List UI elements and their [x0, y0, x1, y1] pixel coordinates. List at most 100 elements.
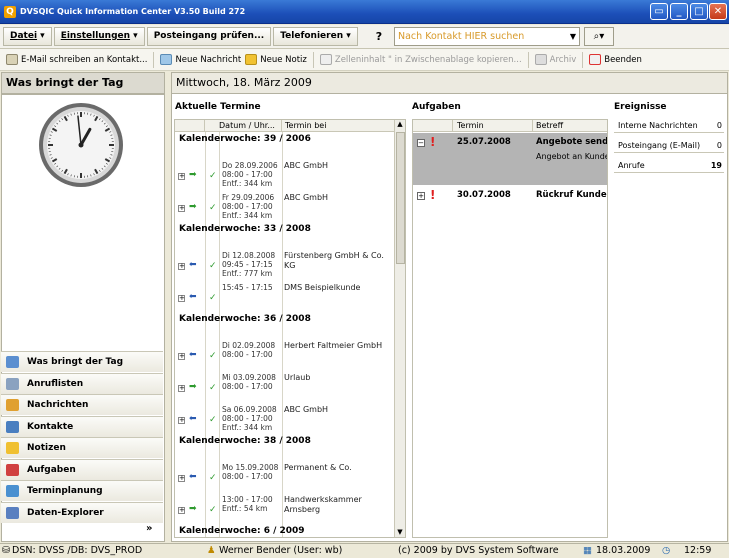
appointment-row[interactable]: + ⬅ ✓ Sa 06.09.2008 08:00 - 17:00 Entf.: 344 … [175, 404, 397, 433]
nav-item-label: Aufgaben [27, 464, 76, 475]
appointment-row[interactable]: + ➡ ✓ 13:00 - 17:00 Entf.: 54 km Handwerkskam… [175, 494, 397, 523]
calendar-week-header: Kalenderwoche: 38 / 2008 [179, 436, 311, 446]
minimize-icon[interactable]: _ [670, 3, 688, 20]
nav-item[interactable]: Was bringt der Tag [1, 351, 163, 372]
col-icons [175, 120, 205, 132]
restore-icon[interactable]: ▭ [650, 3, 668, 20]
appointment-contact: ABC GmbH [284, 193, 329, 202]
checkmark-icon: ✓ [209, 383, 217, 393]
expand-icon[interactable]: + [178, 507, 185, 514]
new-note-label: Neue Notiz [260, 55, 307, 65]
col-betreff-header[interactable]: Betreff [533, 120, 607, 132]
appointment-row[interactable]: + ⬅ ✓ Mo 15.09.2008 08:00 - 17:00 Permanent &… [175, 462, 397, 491]
expand-icon[interactable]: + [417, 192, 425, 200]
email-button[interactable]: E-Mail schreiben an Kontakt... [6, 54, 147, 65]
menu-datei[interactable]: Datei ▾ [3, 27, 52, 46]
panel-splitter[interactable] [166, 72, 170, 542]
appointment-datetime: Do 28.09.2006 08:00 - 17:00 Entf.: 344 km [222, 161, 280, 188]
exit-label: Beenden [604, 55, 642, 65]
nav-item[interactable]: Nachrichten [1, 394, 163, 415]
arrow-left-icon: ⬅ [189, 414, 197, 424]
expand-icon[interactable]: + [178, 417, 185, 424]
nav-item-label: Notizen [27, 443, 66, 453]
ereignisse-list: Interne Nachrichten 0 Posteingang (E-Mail)… [614, 119, 726, 179]
chevron-down-icon[interactable]: ▼ [570, 28, 576, 45]
scroll-down-icon[interactable]: ▼ [395, 528, 405, 537]
termine-scrollbar[interactable]: ▲ ▼ [394, 120, 405, 537]
appointment-contact: ABC GmbH [284, 405, 329, 414]
close-icon[interactable]: ✕ [709, 3, 727, 20]
new-note-button[interactable]: Neue Notiz [245, 54, 307, 65]
user-icon: ♟ [207, 545, 216, 556]
note-icon [245, 54, 258, 65]
help-button[interactable]: ? [376, 30, 382, 43]
appointment-row[interactable]: + ⬅ ✓ 15:45 - 17:15 DMS Beispielkunde [175, 282, 397, 311]
task-subject: Angebote senden [536, 137, 608, 147]
nav-item-icon [6, 356, 19, 368]
task-row[interactable]: −! 25.07.2008 Angebote senden Angebot an Ku… [413, 133, 608, 185]
appointment-row[interactable]: + ⬅ ✓ Di 12.08.2008 09:45 - 17:15 Entf.: 777 … [175, 250, 397, 279]
appointment-row[interactable]: + ➡ ✓ Do 28.09.2006 08:00 - 17:00 Entf.: 344 … [175, 160, 397, 189]
expand-icon[interactable]: + [178, 205, 185, 212]
nav-item[interactable]: Notizen [1, 437, 163, 458]
col-who-header[interactable]: Termin bei [282, 120, 395, 132]
expand-icon[interactable]: + [178, 263, 185, 270]
appointment-row[interactable]: + ➡ ✓ Fr 29.09.2006 08:00 - 17:00 Entf.: 344 … [175, 192, 397, 221]
expand-icon[interactable]: − [417, 139, 425, 147]
clock-icon: ◷ [662, 545, 671, 556]
appointment-time: 08:00 - 17:00 [222, 202, 273, 211]
nav-more-button[interactable]: » [146, 523, 152, 534]
checkmark-icon: ✓ [209, 473, 217, 483]
copy-cell-button[interactable]: Zelleninhalt " in Zwischenablage kopiere… [319, 54, 522, 65]
event-row[interactable]: Anrufe 19 [614, 159, 724, 173]
arrow-right-icon: ➡ [189, 170, 197, 180]
task-date: 25.07.2008 [457, 137, 511, 147]
table-icon [319, 54, 332, 65]
magnifier-icon: ⌕ [593, 31, 600, 42]
nav-item[interactable]: Terminplanung [1, 480, 163, 501]
event-row[interactable]: Posteingang (E-Mail) 0 [614, 139, 724, 153]
calendar-week-header: Kalenderwoche: 6 / 2009 [179, 526, 305, 536]
appointment-row[interactable]: + ➡ ✓ Mi 03.09.2008 08:00 - 17:00 Urlaub [175, 372, 397, 401]
arrow-left-icon: ⬅ [189, 260, 197, 270]
menu-telefonieren[interactable]: Telefonieren ▾ [273, 27, 358, 46]
maximize-icon[interactable]: □ [690, 3, 708, 20]
aufgaben-grid: Termin Betreff −! 25.07.2008 Angebote send… [412, 119, 608, 538]
search-button[interactable]: ⌕▾ [584, 27, 614, 46]
appointment-row[interactable]: + ⬅ ✓ Di 02.09.2008 08:00 - 17:00 Herbert Fal… [175, 340, 397, 369]
expand-icon[interactable]: + [178, 353, 185, 360]
exit-button[interactable]: Beenden [589, 54, 642, 65]
checkmark-icon: ✓ [209, 171, 217, 181]
expand-icon[interactable]: + [178, 385, 185, 392]
status-bar: ⛁ DSN: DVSS /DB: DVS_PROD ♟ Werner Bende… [0, 543, 729, 558]
expand-icon[interactable]: + [178, 475, 185, 482]
appointment-datetime: Mi 03.09.2008 08:00 - 17:00 [222, 373, 280, 391]
appointment-datetime: Sa 06.09.2008 08:00 - 17:00 Entf.: 344 km [222, 405, 280, 432]
menu-einstellungen[interactable]: Einstellungen ▾ [53, 27, 145, 46]
task-detail: Angebot an Kunde [536, 152, 608, 161]
nav-item[interactable]: Aufgaben [1, 458, 163, 480]
expand-icon[interactable]: + [178, 173, 185, 180]
arrow-left-icon: ⬅ [189, 292, 197, 302]
contact-search-input[interactable]: Nach Kontakt HIER suchen ▼ [394, 27, 580, 46]
archive-button[interactable]: Archiv [534, 54, 577, 65]
nav-item[interactable]: Kontakte [1, 415, 163, 437]
task-row[interactable]: +! 30.07.2008 Rückruf Kunde (vc [413, 186, 607, 204]
calendar-week-header: Kalenderwoche: 33 / 2008 [179, 224, 311, 234]
termine-title: Aktuelle Termine [175, 102, 261, 112]
new-message-button[interactable]: Neue Nachricht [160, 54, 241, 65]
checkmark-icon: ✓ [209, 203, 217, 213]
nav-item[interactable]: Anruflisten [1, 372, 163, 394]
scroll-thumb[interactable] [396, 132, 405, 264]
scroll-up-icon[interactable]: ▲ [395, 120, 405, 131]
posteingang-button[interactable]: Posteingang prüfen... [146, 27, 272, 46]
archive-label: Archiv [549, 55, 577, 65]
col-termin-header[interactable]: Termin [453, 120, 533, 132]
arrow-left-icon: ⬅ [189, 350, 197, 360]
col-date-header[interactable]: Datum / Uhr... [205, 120, 282, 132]
expand-icon[interactable]: + [178, 295, 185, 302]
event-row[interactable]: Interne Nachrichten 0 [614, 119, 724, 133]
task-subject: Rückruf Kunde (vc [536, 190, 607, 200]
event-label: Posteingang (E-Mail) [618, 141, 701, 150]
nav-item[interactable]: Daten-Explorer [1, 501, 163, 523]
